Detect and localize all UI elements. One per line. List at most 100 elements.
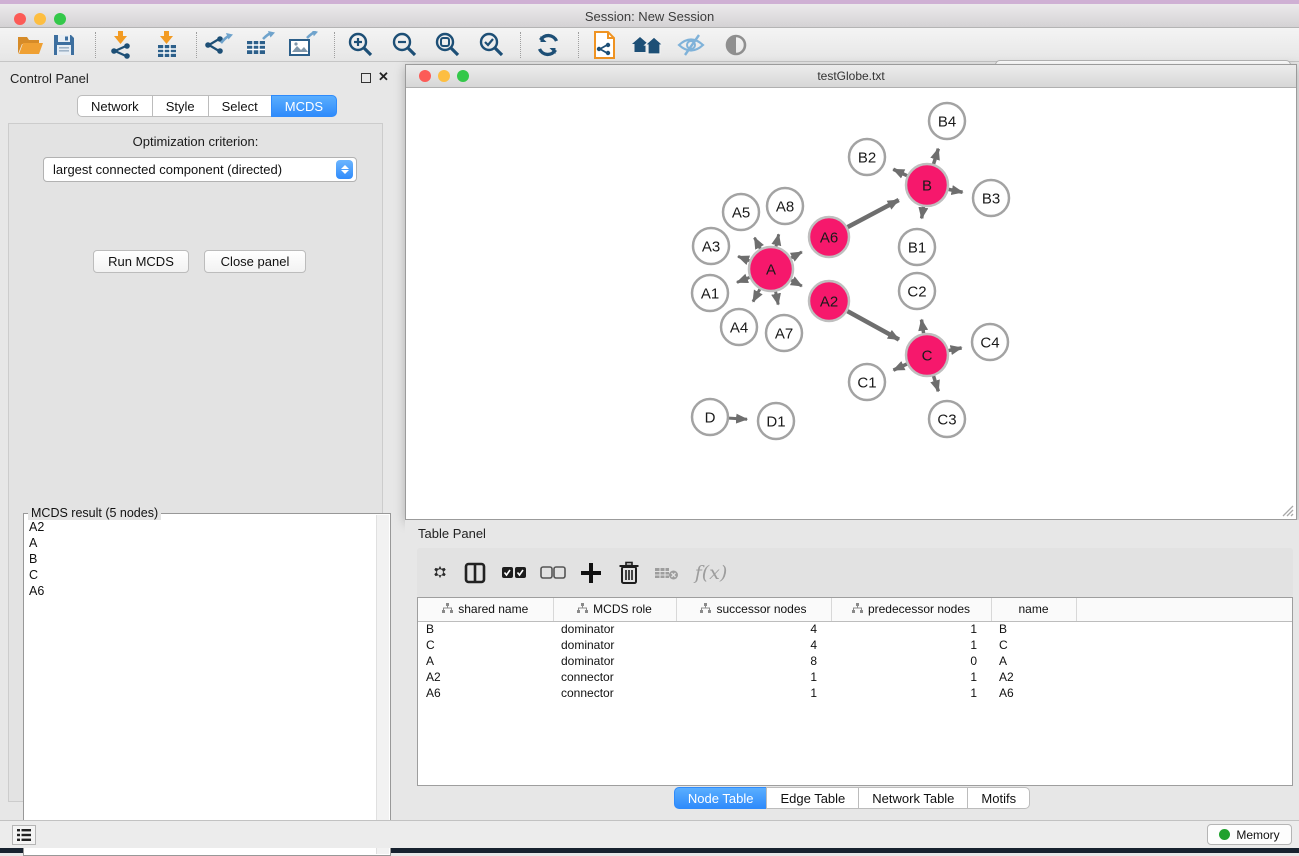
import-network-icon[interactable] (105, 30, 137, 60)
edge-A-A3[interactable] (738, 256, 749, 260)
network-window-titlebar[interactable]: testGlobe.txt (406, 65, 1296, 88)
show-all-columns-icon[interactable] (498, 557, 530, 589)
delete-column-icon[interactable] (613, 557, 645, 589)
toolbar-separator (334, 32, 335, 58)
edge-A6-B[interactable] (848, 200, 899, 227)
network-canvas[interactable]: B4B2BB3A5A8A6A3B1AA1C2A2A4A7C4CC1DC3D1 (406, 88, 1296, 519)
table-row[interactable]: Bdominator41B (418, 621, 1292, 637)
table-row[interactable]: A2connector11A2 (418, 669, 1292, 685)
column-type-icon (852, 603, 863, 614)
column-header-filler (1076, 598, 1292, 621)
edge-D-D1[interactable] (729, 418, 747, 419)
memory-label: Memory (1236, 828, 1279, 842)
edge-C-C3[interactable] (934, 376, 939, 391)
run-mcds-button[interactable]: Run MCDS (93, 250, 189, 273)
zoom-out-icon[interactable] (389, 30, 421, 60)
export-network-icon[interactable] (202, 30, 234, 60)
toolbar-separator (196, 32, 197, 58)
import-table-icon[interactable] (151, 30, 183, 60)
table-row[interactable]: A6connector11A6 (418, 685, 1292, 701)
tab-network[interactable]: Network (77, 95, 153, 117)
clone-network-icon[interactable] (589, 30, 621, 60)
list-item[interactable]: A6 (29, 583, 376, 599)
hide-all-columns-icon[interactable] (537, 557, 569, 589)
tab-motifs[interactable]: Motifs (967, 787, 1030, 809)
tab-style[interactable]: Style (152, 95, 209, 117)
add-column-icon[interactable] (575, 557, 607, 589)
edge-A-A2[interactable] (791, 280, 802, 286)
tab-select[interactable]: Select (208, 95, 272, 117)
table-row[interactable]: Adominator80A (418, 653, 1292, 669)
criterion-select[interactable]: largest connected component (directed) (43, 157, 357, 182)
column-header-predecessor-nodes[interactable]: predecessor nodes (831, 598, 991, 621)
scrollbar-track[interactable] (376, 515, 389, 854)
tab-node-table[interactable]: Node Table (674, 787, 768, 809)
refresh-icon[interactable] (532, 30, 564, 60)
edge-A-A1[interactable] (737, 277, 750, 282)
list-item[interactable]: A2 (29, 519, 376, 535)
node-label-A6: A6 (820, 229, 838, 246)
edge-A-A5[interactable] (755, 238, 761, 249)
task-list-button[interactable] (12, 825, 36, 845)
tab-edge-table[interactable]: Edge Table (766, 787, 859, 809)
function-builder-icon: f(x) (689, 557, 733, 589)
network-title: testGlobe.txt (406, 69, 1296, 83)
list-item[interactable]: A (29, 535, 376, 551)
column-header-shared-name[interactable]: shared name (418, 598, 553, 621)
edge-B-B3[interactable] (949, 189, 963, 192)
column-header-name[interactable]: name (991, 598, 1076, 621)
node-label-A3: A3 (702, 238, 720, 255)
node-table: shared name MCDS role successor nodes pr… (417, 597, 1293, 786)
node-label-B3: B3 (982, 190, 1000, 207)
node-label-C1: C1 (857, 374, 876, 391)
home-icon[interactable] (631, 30, 663, 60)
node-label-B4: B4 (938, 113, 956, 130)
export-image-icon[interactable] (287, 30, 319, 60)
edge-C-C1[interactable] (893, 364, 906, 370)
edge-C-C2[interactable] (921, 320, 923, 334)
edge-B-B2[interactable] (893, 169, 907, 175)
list-item[interactable]: B (29, 551, 376, 567)
zoom-in-icon[interactable] (345, 30, 377, 60)
edge-B-B4[interactable] (934, 149, 939, 164)
node-label-A4: A4 (730, 319, 748, 336)
node-label-A8: A8 (776, 198, 794, 215)
edge-A-A8[interactable] (776, 234, 779, 246)
zoom-fit-icon[interactable] (432, 30, 464, 60)
eye-icon[interactable] (720, 30, 752, 60)
hide-graphics-icon[interactable] (675, 30, 707, 60)
edge-B-B1[interactable] (922, 207, 924, 219)
node-label-A: A (766, 261, 776, 278)
save-icon[interactable] (48, 30, 80, 60)
network-graph[interactable]: B4B2BB3A5A8A6A3B1AA1C2A2A4A7C4CC1DC3D1 (406, 88, 1296, 519)
status-bar: Memory (0, 820, 1299, 848)
mcds-result-list: A2 A B C A6 (25, 517, 376, 854)
edge-A2-C[interactable] (847, 311, 899, 339)
memory-button[interactable]: Memory (1207, 824, 1292, 845)
edge-A-A6[interactable] (791, 252, 802, 258)
delete-table-icon (651, 557, 683, 589)
edge-A-A7[interactable] (776, 292, 779, 305)
edge-A-A4[interactable] (753, 289, 760, 301)
edge-C-C4[interactable] (949, 348, 962, 351)
node-label-B: B (922, 177, 932, 194)
export-table-icon[interactable] (244, 30, 276, 60)
gear-icon[interactable] (424, 557, 456, 589)
node-label-D: D (705, 409, 716, 426)
resize-grip-icon[interactable] (1280, 503, 1294, 517)
tab-network-table[interactable]: Network Table (858, 787, 968, 809)
tab-mcds[interactable]: MCDS (271, 95, 337, 117)
columns-icon[interactable] (459, 557, 491, 589)
table-panel-title: Table Panel (418, 526, 486, 541)
node-label-C2: C2 (907, 283, 926, 300)
control-panel-tabs: Network Style Select MCDS (77, 95, 337, 117)
float-panel-icon[interactable] (361, 73, 371, 83)
close-panel-icon[interactable]: ✕ (378, 70, 389, 84)
column-header-mcds-role[interactable]: MCDS role (553, 598, 676, 621)
list-item[interactable]: C (29, 567, 376, 583)
close-panel-button[interactable]: Close panel (204, 250, 306, 273)
zoom-selected-icon[interactable] (476, 30, 508, 60)
open-folder-icon[interactable] (14, 30, 46, 60)
column-header-successor-nodes[interactable]: successor nodes (676, 598, 831, 621)
table-row[interactable]: Cdominator41C (418, 637, 1292, 653)
